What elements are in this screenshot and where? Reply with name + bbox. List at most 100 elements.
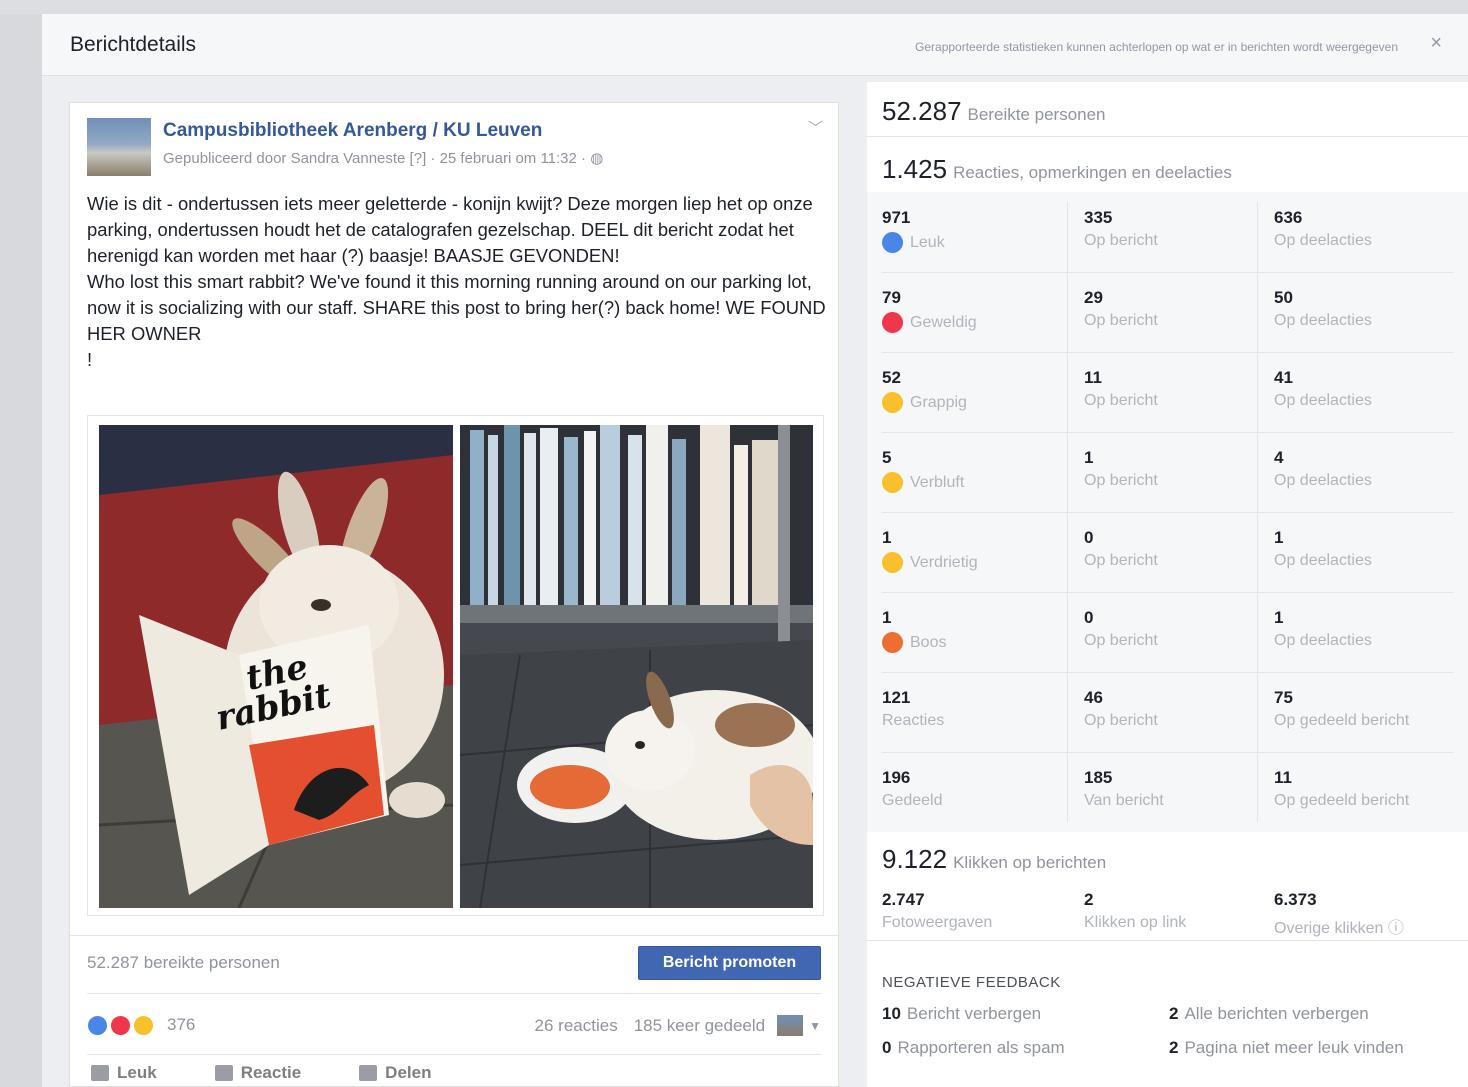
comment-icon bbox=[214, 1065, 233, 1081]
stat-label: Leuk bbox=[882, 232, 1072, 253]
stat-value: 52 bbox=[882, 368, 901, 387]
stat-value: 1 bbox=[1274, 528, 1284, 547]
stat-value: 636 bbox=[1274, 208, 1303, 227]
stat-value: 79 bbox=[882, 288, 901, 307]
stat-label-text: Op gedeeld bericht bbox=[1274, 712, 1410, 729]
photo-rabbit-eating[interactable] bbox=[460, 425, 813, 908]
share-label: Delen bbox=[385, 1063, 432, 1082]
stat-label-text: Reacties bbox=[882, 712, 945, 729]
negative-value: 10 bbox=[882, 1004, 901, 1023]
stat-cell: 46 Op bericht bbox=[1084, 688, 1274, 768]
photo-rabbit-reading[interactable]: the rabbit bbox=[99, 425, 453, 908]
negative-hide-post: 10 Bericht verbergen bbox=[882, 1004, 1041, 1024]
divider bbox=[882, 592, 1453, 593]
stat-value: 4 bbox=[1274, 448, 1284, 467]
stat-label: Op deelacties bbox=[1274, 632, 1464, 650]
stat-label-text: Op deelacties bbox=[1274, 392, 1372, 409]
negative-label: Rapporteren als spam bbox=[897, 1038, 1065, 1057]
comments-count[interactable]: 26 reacties bbox=[535, 1016, 618, 1036]
comment-button[interactable]: Reactie bbox=[214, 1058, 302, 1087]
stat-cell: 41 Op deelacties bbox=[1274, 368, 1464, 448]
stat-label-text: Van bericht bbox=[1084, 792, 1164, 809]
stat-value: 2 bbox=[1084, 890, 1094, 909]
comment-label: Reactie bbox=[240, 1063, 302, 1082]
stat-value: 5 bbox=[882, 448, 892, 467]
stat-label: Verdrietig bbox=[882, 552, 1072, 573]
reaction-stats-grid: 971 Leuk 335 Op bericht 636 Op deelacties 79 Ge… bbox=[867, 192, 1468, 832]
stat-value: 75 bbox=[1274, 688, 1293, 707]
stat-label: Reacties bbox=[882, 712, 1072, 730]
haha-reaction-icon bbox=[882, 392, 903, 413]
dialog-header: Berichtdetails Gerapporteerde statistiek… bbox=[42, 14, 1468, 76]
like-button[interactable]: Leuk bbox=[91, 1058, 157, 1087]
stat-label-text: Grappig bbox=[910, 393, 967, 411]
clicks-stat: 9.122 Klikken op berichten bbox=[882, 844, 1106, 875]
stat-label: Overige klikken ⓘ bbox=[1274, 920, 1404, 937]
stat-label: Op gedeeld bericht bbox=[1274, 712, 1464, 730]
stat-value: 6.373 bbox=[1274, 890, 1317, 909]
stat-label: Verbluft bbox=[882, 472, 1072, 493]
stat-label-text: Op bericht bbox=[1084, 712, 1158, 729]
stat-label: Fotoweergaven bbox=[882, 914, 993, 931]
stat-label-text: Verbluft bbox=[910, 473, 965, 491]
shares-count[interactable]: 185 keer gedeeld bbox=[634, 1016, 765, 1036]
stat-cell: 185 Van bericht bbox=[1084, 768, 1274, 848]
chevron-down-icon[interactable]: ﹀ bbox=[808, 117, 823, 138]
like-reaction-icon bbox=[882, 232, 903, 253]
stat-label: Op gedeeld bericht bbox=[1274, 792, 1464, 810]
post-actions: Leuk Reactie Delen bbox=[87, 1058, 821, 1087]
negative-value: 0 bbox=[882, 1038, 892, 1057]
thumbs-up-icon bbox=[91, 1065, 109, 1081]
negative-value: 2 bbox=[1169, 1038, 1179, 1057]
stat-cell: 0 Op bericht bbox=[1084, 608, 1274, 688]
clicks-label: Klikken op berichten bbox=[953, 853, 1107, 872]
angry-reaction-icon bbox=[882, 632, 903, 653]
stat-cell: 4 Op deelacties bbox=[1274, 448, 1464, 528]
post-text: Wie is dit - ondertussen iets meer gelet… bbox=[87, 193, 826, 370]
love-reaction-icon bbox=[882, 312, 903, 333]
rabbit-eating-illustration bbox=[460, 425, 813, 908]
post-footer: 52.287 bereikte personen Bericht promote… bbox=[70, 935, 838, 993]
stat-value: 196 bbox=[882, 768, 911, 787]
stat-cell: 5 Verbluft bbox=[882, 448, 1072, 528]
divider bbox=[882, 672, 1453, 673]
share-button[interactable]: Delen bbox=[359, 1058, 431, 1087]
stat-label-text: Op deelacties bbox=[1274, 232, 1372, 249]
negative-label: Alle berichten verbergen bbox=[1184, 1004, 1369, 1023]
stat-value: 1 bbox=[882, 608, 892, 627]
stat-cell: 52 Grappig bbox=[882, 368, 1072, 448]
stat-label-text: Op deelacties bbox=[1274, 632, 1372, 649]
reaction-icons[interactable] bbox=[87, 1015, 156, 1037]
close-icon[interactable]: × bbox=[1430, 32, 1442, 55]
clicks-value: 9.122 bbox=[882, 844, 948, 874]
stat-cell: 636 Op deelacties bbox=[1274, 208, 1464, 288]
haha-reaction-icon bbox=[133, 1015, 154, 1036]
sad-reaction-icon bbox=[882, 552, 903, 573]
negative-feedback-title: NEGATIEVE FEEDBACK bbox=[882, 974, 1061, 991]
stat-value: 1 bbox=[1084, 448, 1094, 467]
stat-label-text: Op bericht bbox=[1084, 552, 1158, 569]
stat-cell: 0 Op bericht bbox=[1084, 528, 1274, 608]
chevron-down-icon[interactable]: ▼ bbox=[809, 1019, 821, 1033]
stat-cell: 11 Op bericht bbox=[1084, 368, 1274, 448]
stat-label: Op bericht bbox=[1084, 552, 1274, 570]
divider bbox=[882, 272, 1453, 273]
stat-label-text: Op bericht bbox=[1084, 312, 1158, 329]
promote-button[interactable]: Bericht promoten bbox=[638, 946, 821, 980]
stat-value: 121 bbox=[882, 688, 911, 707]
stat-label-text: Leuk bbox=[910, 233, 945, 251]
page-avatar[interactable] bbox=[87, 118, 151, 176]
page-thumbnail[interactable] bbox=[777, 1015, 804, 1036]
divider bbox=[882, 512, 1453, 513]
stat-label-text: Op bericht bbox=[1084, 392, 1158, 409]
stat-label: Geweldig bbox=[882, 312, 1072, 333]
stat-value: 0 bbox=[1084, 528, 1094, 547]
share-icon bbox=[359, 1065, 378, 1081]
page-name-link[interactable]: Campusbibliotheek Arenberg / KU Leuven bbox=[163, 120, 542, 142]
reaction-count[interactable]: 376 bbox=[167, 1015, 195, 1035]
stat-cell: 1 Verdrietig bbox=[882, 528, 1072, 608]
post-details-dialog: Berichtdetails Gerapporteerde statistiek… bbox=[42, 14, 1468, 1087]
click-stat-cell: 2.747 Fotoweergaven bbox=[882, 890, 1072, 970]
stat-label-text: Op bericht bbox=[1084, 472, 1158, 489]
stat-label-text: Op bericht bbox=[1084, 232, 1158, 249]
